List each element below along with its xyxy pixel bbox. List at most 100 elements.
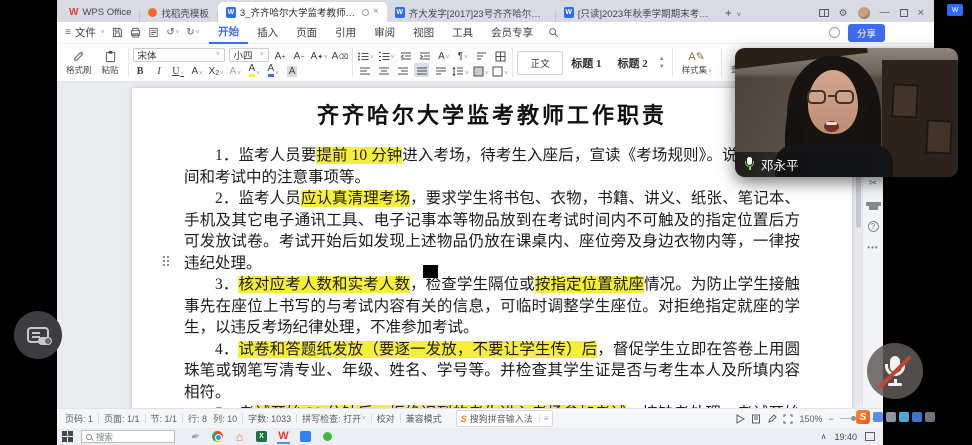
strikethrough-icon[interactable]: A˅ [190,63,205,77]
proofread-button[interactable]: 校对 [377,412,395,425]
menu-item-view[interactable]: 视图 [404,23,443,43]
tab-list-caret-icon[interactable]: ˅ [737,12,741,22]
align-left-icon[interactable] [357,63,372,77]
undo-icon[interactable]: ↺˅ [166,27,179,38]
wps-app-icon[interactable]: W [277,429,290,444]
tab-wps-home[interactable]: W WPS Office [61,3,139,22]
distribute-icon[interactable] [433,63,448,77]
print-preview-icon[interactable] [148,27,159,38]
style-normal[interactable]: 正文 [517,51,563,75]
word-count-status[interactable]: 字数: 1033 [248,412,291,425]
account-avatar[interactable] [858,7,870,19]
line-spacing-icon[interactable]: ˅ [452,63,469,77]
text-direction-icon[interactable]: A˅ [436,48,451,62]
zoom-level[interactable]: 150% [799,414,822,424]
align-center-icon[interactable] [376,63,391,77]
shading-icon[interactable]: ˅ [473,63,489,77]
highlight-color-icon[interactable]: A˅ [247,63,262,77]
green-app-icon[interactable] [321,429,334,444]
menu-item-tools[interactable]: 工具 [443,23,482,43]
sogou-tool-icon[interactable] [886,412,896,422]
menu-item-member[interactable]: 会员专享 [482,23,542,43]
decrease-font-icon[interactable]: A− [292,48,307,62]
justify-icon[interactable] [414,63,429,77]
help-icon[interactable]: ? [868,221,879,232]
align-right-icon[interactable] [395,63,410,77]
increase-font-icon[interactable]: A+ [273,48,288,62]
close-button[interactable]: × [918,8,924,19]
sort-icon[interactable] [474,48,489,62]
file-menu[interactable]: ≡ 文件 ˅ [65,25,104,40]
table-grid-icon[interactable] [493,48,508,62]
mute-toggle-button[interactable] [867,343,923,399]
menu-item-reference[interactable]: 引用 [326,23,365,43]
superscript-icon[interactable]: X2˅ [209,63,224,77]
sogou-tool-icon[interactable] [912,412,922,422]
page-mode-icon[interactable] [751,414,761,424]
tray-chevron-icon[interactable]: ∧ [821,432,827,441]
quill-app-icon[interactable]: ✒ [189,429,202,444]
numbered-list-icon[interactable]: ˅ [378,48,395,62]
style-heading2[interactable]: 标题 2 [609,55,655,71]
font-size-select[interactable]: 小四˅ [229,48,269,62]
sogou-tool-icon[interactable] [925,412,935,422]
font-color-icon[interactable]: A˅ [266,63,281,77]
zoom-slider-knob[interactable] [851,416,856,421]
tab-document-active[interactable]: W 3_齐齐哈尔大学监考教师工作职 × [218,2,387,22]
zoom-out-icon[interactable]: − [828,414,833,424]
tab-document-2[interactable]: W 齐大发字[2017]23号齐齐哈尔大学 [387,3,555,22]
text-effects-icon[interactable]: A✦˅ [311,48,328,62]
split-view-icon[interactable] [819,9,829,17]
minimize-button[interactable]: — [880,8,890,18]
restore-button[interactable] [900,9,908,17]
increase-indent-icon[interactable] [417,48,432,62]
ime-indicator[interactable]: S 搜狗拼音输入法 ⋮≡ [456,410,554,427]
share-button[interactable]: 分享 [848,24,885,42]
menu-item-page[interactable]: 页面 [287,23,326,43]
decrease-indent-icon[interactable] [398,48,413,62]
save-icon[interactable] [112,27,123,38]
fullscreen-icon[interactable] [783,414,793,424]
tools-icon[interactable]: ✂ [869,178,877,189]
chrome-icon[interactable] [211,429,224,444]
blue-app-icon[interactable] [299,429,312,444]
edit-mode-icon[interactable] [767,414,777,424]
bullet-list-icon[interactable]: ˅ [357,48,374,62]
sogou-tool-icon[interactable] [873,412,883,422]
style-gallery-scroll[interactable]: ▲▼ [656,56,668,70]
clear-format-icon[interactable]: A⌫ [332,48,349,62]
sogou-logo-icon[interactable]: S [856,410,870,424]
webcam-video-overlay[interactable]: 邓永平 [735,48,958,177]
spellcheck-toggle[interactable]: 拼写检查: 打开 [302,412,361,425]
paragraph-mark-icon[interactable]: ¶˅ [455,48,470,62]
phonetic-guide-icon[interactable]: A˅ [228,63,243,77]
tab-close-icon[interactable]: × [373,7,379,17]
menu-item-insert[interactable]: 插入 [248,23,287,43]
underline-icon[interactable]: U˅ [171,63,186,77]
excel-icon[interactable]: X [255,429,268,444]
borders-icon[interactable]: ˅ [492,63,508,77]
more-icon[interactable]: ••• [867,243,878,252]
skin-icon[interactable] [869,202,878,210]
format-painter-button[interactable]: 格式刷 [61,46,97,79]
style-set-button[interactable]: A✎ 样式集˅ [677,46,717,79]
new-tab-button[interactable]: + [718,6,737,22]
read-mode-icon[interactable] [735,414,745,424]
italic-icon[interactable]: I [152,63,167,77]
menu-item-home[interactable]: 开始 [209,22,248,44]
sogou-tool-icon[interactable] [899,412,909,422]
character-shading-icon[interactable]: A [285,63,300,77]
floating-panel-button[interactable] [14,311,62,359]
print-icon[interactable] [130,27,141,38]
search-icon[interactable] [548,27,559,38]
style-heading1[interactable]: 标题 1 [563,55,609,71]
font-name-select[interactable]: 宋体˅ [133,48,225,62]
bold-icon[interactable]: B [133,63,148,77]
home-app-icon[interactable]: ⌂ [233,429,246,444]
paste-button[interactable]: 粘贴 [97,46,124,79]
status-ring-icon[interactable] [829,27,840,38]
taskbar-search-input[interactable]: 搜索 [81,430,175,443]
tab-docer-templates[interactable]: 找稻壳模板 [140,3,217,22]
windows-start-icon[interactable] [62,431,73,442]
tab-document-3[interactable]: W [只读]2023年秋季学期期末考试工作 [556,3,718,22]
